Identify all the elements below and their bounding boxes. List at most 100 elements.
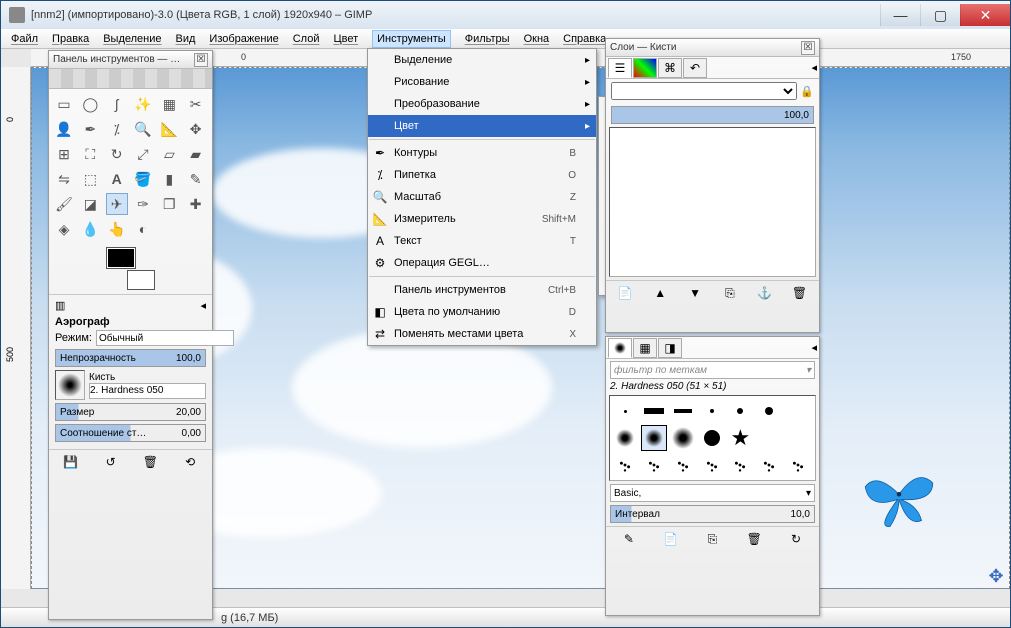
toolbox-close-icon[interactable]: ☒ [194, 53, 208, 67]
minimize-button[interactable]: — [880, 4, 920, 26]
maximize-button[interactable]: ▢ [920, 4, 960, 26]
layers-tab[interactable]: ☰ [608, 58, 632, 78]
lock-icon[interactable]: 🔒 [800, 85, 814, 98]
menu-layer[interactable]: Слой [293, 33, 320, 45]
anchor-layer-icon[interactable]: ⚓ [756, 284, 774, 302]
brush-category[interactable]: Basic,▾ [610, 484, 815, 502]
text-tool[interactable]: A [106, 168, 128, 190]
save-preset-icon[interactable]: 💾 [62, 453, 80, 471]
navigation-icon[interactable]: ✥ [985, 565, 1007, 587]
new-brush-icon[interactable]: 📄 [662, 530, 680, 548]
reset-preset-icon[interactable]: ⟲ [181, 453, 199, 471]
measure-tool[interactable]: 📐 [158, 118, 180, 140]
menu-image[interactable]: Изображение [209, 33, 278, 45]
menu-item-gegl[interactable]: ⚙Операция GEGL… [368, 252, 596, 274]
brush-item[interactable] [756, 425, 782, 451]
brush-filter-input[interactable]: фильтр по меткам ▾ [610, 361, 815, 379]
brushes-tab-icon[interactable] [608, 338, 632, 358]
brush-item[interactable] [641, 452, 667, 478]
undo-tab[interactable]: ↶ [683, 58, 707, 78]
brush-item[interactable] [699, 398, 725, 424]
fg-color-swatch[interactable] [107, 248, 135, 268]
menu-item-zoom[interactable]: 🔍МасштабZ [368, 186, 596, 208]
restore-preset-icon[interactable]: ↺ [102, 453, 120, 471]
clone-tool[interactable]: ❐ [158, 193, 180, 215]
brush-item[interactable] [670, 425, 696, 451]
menu-item-selection[interactable]: Выделение▸ [368, 49, 596, 71]
tool-tab-icon[interactable]: ▥ [55, 299, 65, 312]
menu-item-color[interactable]: Цвет▸ [368, 115, 596, 137]
close-button[interactable]: ✕ [960, 4, 1010, 26]
eraser-tool[interactable]: ◪ [79, 193, 101, 215]
menu-windows[interactable]: Окна [524, 33, 550, 45]
brush-item[interactable] [785, 398, 811, 424]
brush-preview[interactable] [55, 370, 85, 400]
zoom-tool[interactable]: 🔍 [132, 118, 154, 140]
menu-filters[interactable]: Фильтры [465, 33, 510, 45]
layers-menu-icon[interactable]: ◂ [811, 61, 817, 74]
aspect-slider[interactable]: Соотношение ст… 0,00 [55, 424, 206, 442]
lower-layer-icon[interactable]: ▼ [686, 284, 704, 302]
cage-tool[interactable]: ⬚ [79, 168, 101, 190]
menu-help[interactable]: Справка [563, 33, 606, 45]
paintbrush-tool[interactable]: 🖌 [53, 193, 75, 215]
tool-tab-menu-icon[interactable]: ◂ [200, 299, 206, 312]
brushes-menu-icon[interactable]: ◂ [811, 341, 817, 354]
crop-tool[interactable]: ⛶ [79, 143, 101, 165]
menu-edit[interactable]: Правка [52, 33, 89, 45]
bucket-fill-tool[interactable]: 🪣 [132, 168, 154, 190]
delete-preset-icon[interactable]: 🗑 [141, 453, 159, 471]
channels-tab[interactable] [633, 58, 657, 78]
delete-layer-icon[interactable]: 🗑 [791, 284, 809, 302]
menu-color[interactable]: Цвет [333, 33, 358, 45]
delete-brush-icon[interactable]: 🗑 [745, 530, 763, 548]
airbrush-tool[interactable]: ✈ [106, 193, 128, 215]
layer-opacity-slider[interactable]: 100,0 [611, 106, 814, 124]
ink-tool[interactable]: ✑ [132, 193, 154, 215]
menu-item-measure[interactable]: 📐ИзмерительShift+M [368, 208, 596, 230]
rect-select-tool[interactable]: ▭ [53, 93, 75, 115]
foreground-select-tool[interactable]: 👤 [53, 118, 75, 140]
rotate-tool[interactable]: ↻ [106, 143, 128, 165]
menu-item-painting[interactable]: Рисование▸ [368, 71, 596, 93]
brush-item[interactable] [756, 398, 782, 424]
mode-select[interactable] [96, 330, 234, 346]
menu-item-paths[interactable]: ✒КонтурыB [368, 142, 596, 164]
opacity-slider[interactable]: Непрозрачность 100,0 [55, 349, 206, 367]
brush-item[interactable] [670, 452, 696, 478]
brush-item-selected[interactable] [641, 425, 667, 451]
perspective-clone-tool[interactable]: ◈ [53, 218, 75, 240]
scale-tool[interactable]: ⤢ [132, 143, 154, 165]
toolbox-header[interactable]: Панель инструментов — … ☒ [49, 51, 212, 69]
dodge-tool[interactable]: ◐ [132, 218, 154, 240]
patterns-tab-icon[interactable]: ▦ [633, 338, 657, 358]
menu-select[interactable]: Выделение [103, 33, 161, 45]
menu-item-toolbox[interactable]: Панель инструментовCtrl+B [368, 279, 596, 301]
brush-item[interactable] [785, 425, 811, 451]
pencil-tool[interactable]: ✎ [185, 168, 207, 190]
color-select-tool[interactable]: ▦ [158, 93, 180, 115]
brush-item[interactable] [612, 398, 638, 424]
duplicate-brush-icon[interactable]: ⎘ [703, 530, 721, 548]
brush-item[interactable] [670, 398, 696, 424]
brush-item[interactable] [699, 425, 725, 451]
menu-item-swap-colors[interactable]: ⇄Поменять местами цветаX [368, 323, 596, 345]
layers-header[interactable]: Слои — Кисти ☒ [606, 39, 819, 57]
gradients-tab-icon[interactable]: ◨ [658, 338, 682, 358]
perspective-tool[interactable]: ▰ [185, 143, 207, 165]
align-tool[interactable]: ⊞ [53, 143, 75, 165]
raise-layer-icon[interactable]: ▲ [651, 284, 669, 302]
layers-list[interactable] [609, 127, 816, 277]
menu-tools[interactable]: Инструменты [372, 30, 451, 48]
layer-mode-select[interactable] [611, 82, 797, 100]
blur-tool[interactable]: 💧 [79, 218, 101, 240]
flip-tool[interactable]: ⇋ [53, 168, 75, 190]
menu-item-picker[interactable]: ⁒ПипеткаO [368, 164, 596, 186]
brush-item[interactable] [727, 452, 753, 478]
new-layer-icon[interactable]: 📄 [616, 284, 634, 302]
color-picker-tool[interactable]: ⁒ [106, 118, 128, 140]
ellipse-select-tool[interactable]: ◯ [79, 93, 101, 115]
brush-spacing-slider[interactable]: Интервал 10,0 [610, 505, 815, 523]
refresh-brush-icon[interactable]: ↻ [787, 530, 805, 548]
smudge-tool[interactable]: 👆 [106, 218, 128, 240]
